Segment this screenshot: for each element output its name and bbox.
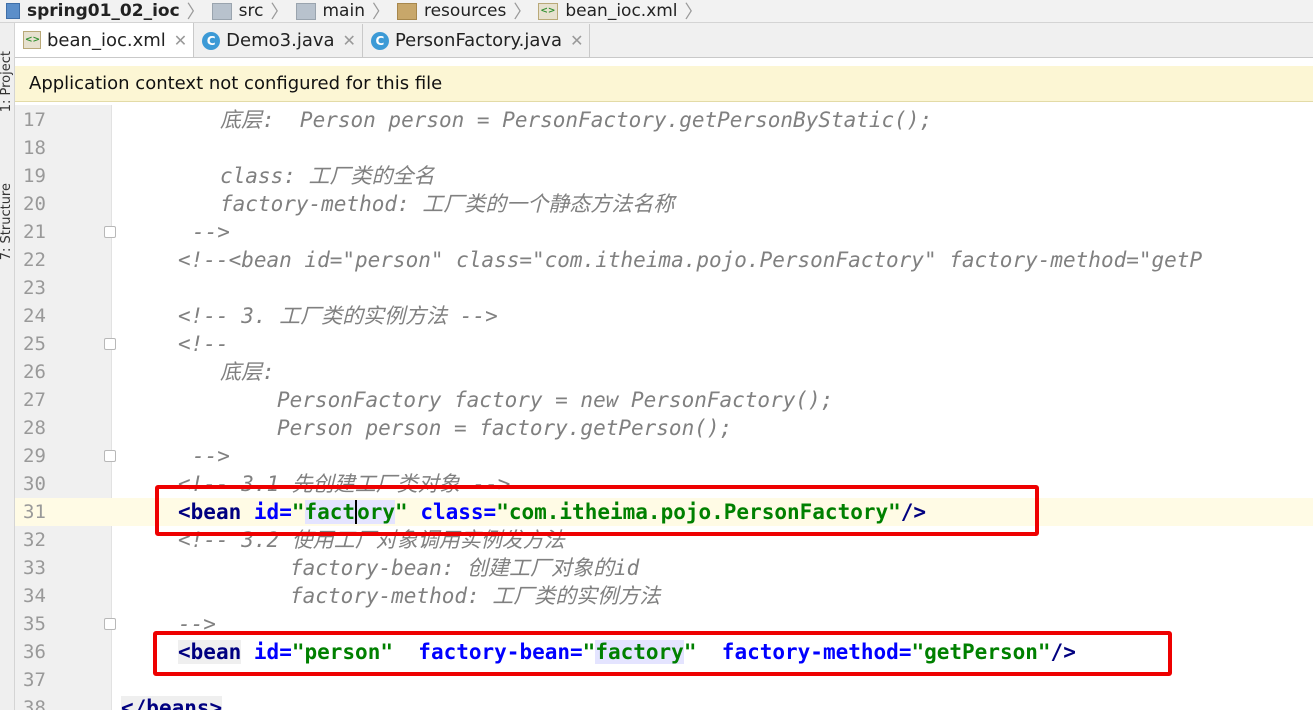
project-tool-tab[interactable]: 1: Project [0,51,14,112]
tab-personfactory-java[interactable]: C PersonFactory.java ✕ [363,24,591,57]
close-icon[interactable]: ✕ [174,31,187,50]
xml-file-icon [23,31,41,49]
code-line: 29 --> [23,444,230,468]
code-line: 17 底层: Person person = PersonFactory.get… [23,108,933,132]
java-class-icon: C [370,31,389,50]
code-line: 27 PersonFactory factory = new PersonFac… [23,388,834,412]
code-line: 21 --> [23,220,230,244]
code-editor[interactable]: 17 底层: Person person = PersonFactory.get… [15,105,1313,710]
folder-icon [295,2,316,20]
tool-window-sidebar: 1: Project 7: Structure [0,23,15,710]
structure-tool-tab[interactable]: 7: Structure [0,183,14,260]
breadcrumb-file[interactable]: bean_ioc.xml [532,0,683,22]
code-line: 25 <!-- [23,332,229,356]
fold-marker-icon[interactable] [104,450,116,462]
code-line: 34 factory-method: 工厂类的实例方法 [23,584,661,608]
editor-tab-bar: bean_ioc.xml ✕ C Demo3.java ✕ C PersonFa… [15,23,1313,58]
breadcrumb-src[interactable]: src [206,0,270,22]
code-line: 33 factory-bean: 创建工厂对象的id [23,556,640,580]
chevron-right-icon: 〉 [270,2,289,23]
code-line: 22 <!--<bean id="person" class="com.ithe… [23,248,1203,272]
code-line: 24 <!-- 3. 工厂类的实例方法 --> [23,304,498,328]
xml-file-icon [538,2,559,20]
code-line: 20 factory-method: 工厂类的一个静态方法名称 [23,192,675,216]
chevron-right-icon: 〉 [513,2,532,23]
module-icon [6,3,20,19]
code-line: 28 Person person = factory.getPerson(); [23,416,733,440]
chevron-right-icon: 〉 [684,2,703,23]
close-icon[interactable]: ✕ [343,31,356,50]
highlight-box-person-bean [153,631,1172,676]
java-class-icon: C [202,31,221,50]
code-line: 38 </beans> [15,694,1313,710]
breadcrumb-project[interactable]: spring01_02_ioc [0,0,186,22]
beans-closing-tag[interactable]: </beans> [121,694,223,710]
breadcrumb-main[interactable]: main [290,0,371,22]
folder-icon [211,2,232,20]
resources-folder-icon [396,2,417,20]
context-warning-banner: Application context not configured for t… [15,66,1313,102]
tab-bean-ioc-xml[interactable]: bean_ioc.xml ✕ [15,23,195,57]
fold-marker-icon[interactable] [104,226,116,238]
breadcrumb-resources[interactable]: resources [391,0,512,22]
code-line: 23 [23,277,46,299]
tab-demo3-java[interactable]: C Demo3.java ✕ [194,24,363,57]
code-line: 18 [23,137,46,159]
fold-marker-icon[interactable] [104,338,116,350]
code-line: 19 class: 工厂类的全名 [23,164,435,188]
highlight-box-factory-bean [155,485,1039,536]
close-icon[interactable]: ✕ [570,31,583,50]
breadcrumb: spring01_02_ioc 〉 src 〉 main 〉 resources… [0,0,1313,23]
chevron-right-icon: 〉 [186,2,205,23]
chevron-right-icon: 〉 [371,2,390,23]
fold-marker-icon[interactable] [104,618,116,630]
code-line: 26 底层: [23,360,275,384]
